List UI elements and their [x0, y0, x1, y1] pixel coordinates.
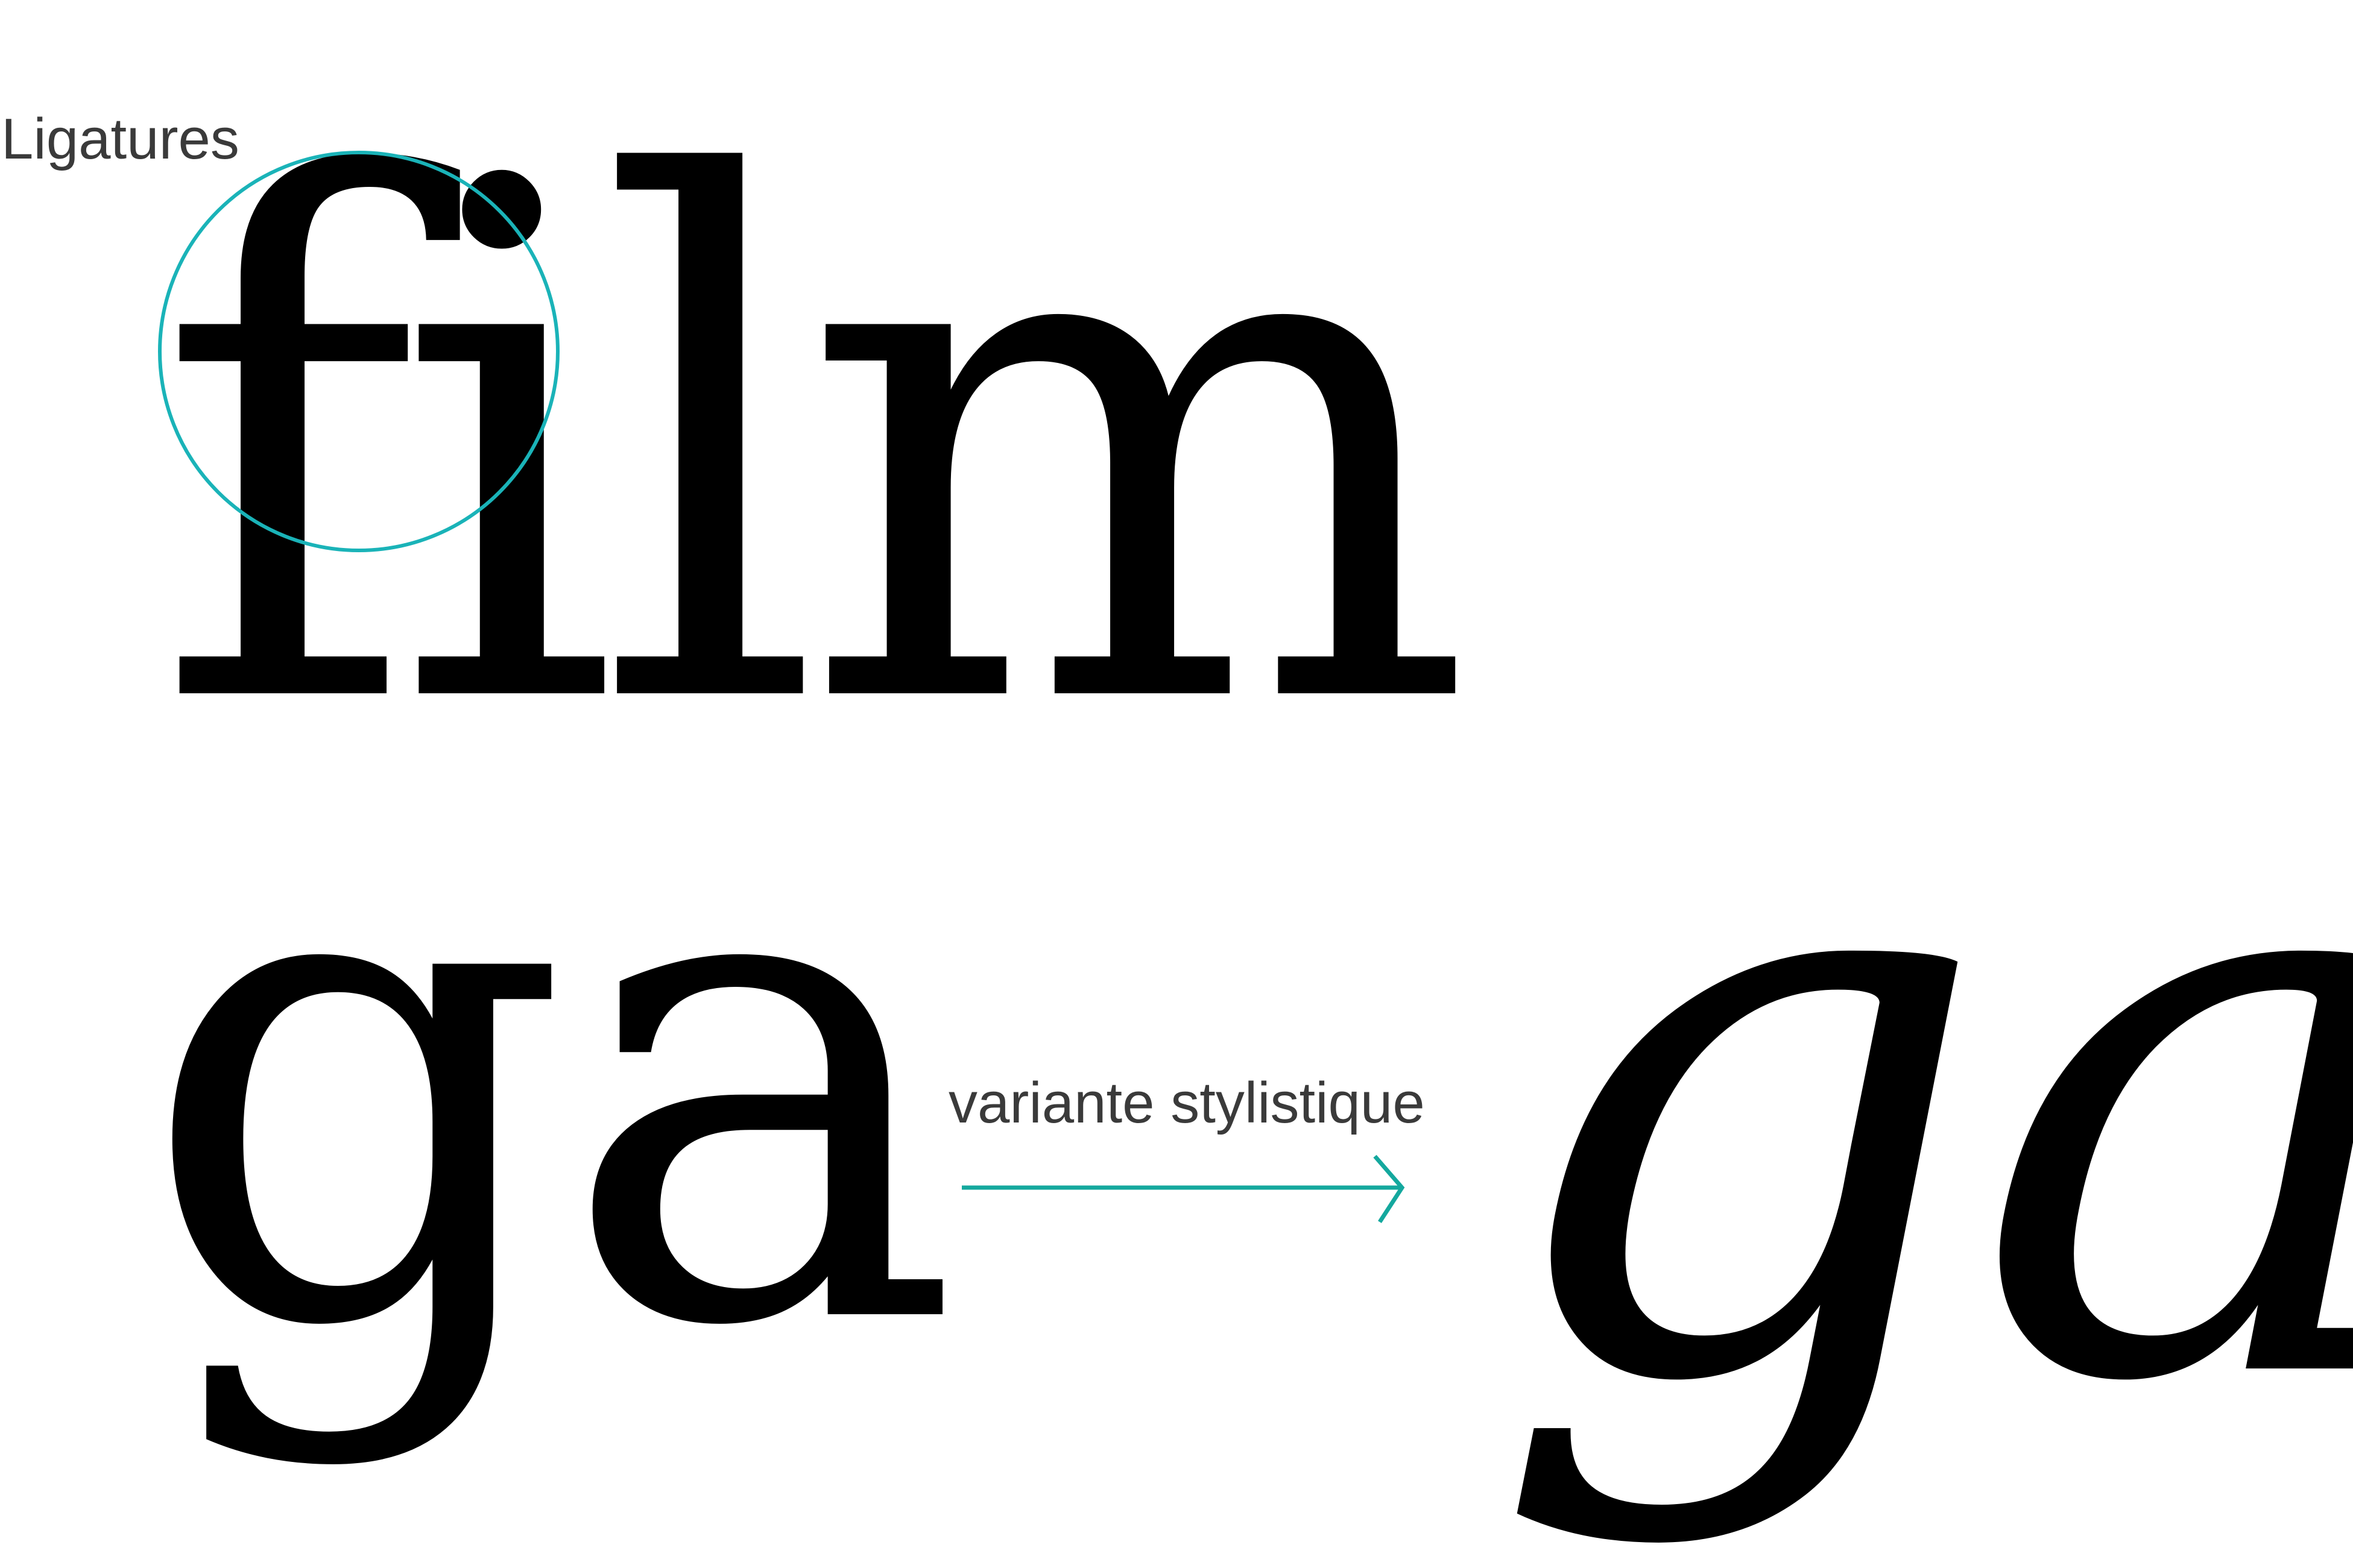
typography-specimen: film Ligatures ga variante stylistique g… [1, 34, 2353, 1554]
arrow-right-icon [962, 1154, 1405, 1223]
default-glyphs: ga [139, 688, 950, 1474]
stylistic-variant-label: variante stylistique [949, 1071, 1425, 1135]
alternate-glyphs: ga [1489, 641, 2353, 1554]
ligatures-label: Ligatures [1, 107, 239, 171]
